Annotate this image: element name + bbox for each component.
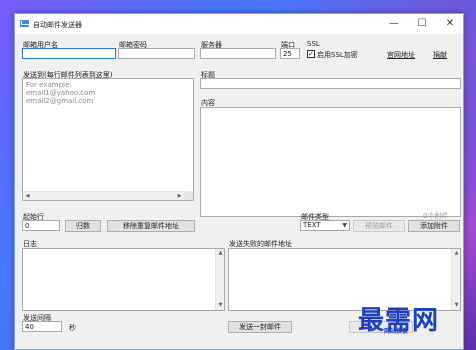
interval-unit: 秒 bbox=[69, 324, 76, 332]
title-bar: 自动邮件发送器 — ☐ ✕ bbox=[15, 14, 463, 34]
scroll-up-icon[interactable]: ▲ bbox=[452, 249, 461, 258]
watermark-subtitle: 网站模板 bbox=[384, 328, 409, 335]
placeholder-line: email2@gmail.com bbox=[26, 97, 94, 105]
preview-button[interactable]: 预览邮件 bbox=[353, 220, 405, 232]
placeholder-line: For example: bbox=[26, 81, 72, 89]
remove-duplicates-button[interactable]: 移除重复邮件地址 bbox=[107, 220, 195, 232]
mail-type-selected: TEXT bbox=[303, 221, 321, 229]
recipients-placeholder: For example: email1@yahoo.com email2@gma… bbox=[26, 81, 95, 105]
password-input[interactable] bbox=[118, 48, 195, 59]
close-button[interactable]: ✕ bbox=[439, 16, 461, 32]
scroll-down-icon[interactable]: ▼ bbox=[216, 301, 225, 310]
recipients-horizontal-scrollbar[interactable]: ◀ ▶ bbox=[23, 191, 184, 200]
scroll-corner bbox=[184, 191, 193, 200]
scroll-up-icon[interactable]: ▲ bbox=[216, 249, 225, 258]
mail-type-select[interactable]: TEXT ▼ bbox=[300, 220, 350, 231]
log-vertical-scrollbar[interactable]: ▲ ▼ bbox=[215, 249, 224, 310]
content-textarea[interactable] bbox=[200, 107, 461, 217]
reset-button[interactable]: 归数 bbox=[65, 220, 101, 232]
failed-vertical-scrollbar[interactable]: ▲ ▼ bbox=[451, 249, 460, 310]
scroll-left-icon[interactable]: ◀ bbox=[23, 192, 32, 201]
window-title: 自动邮件发送器 bbox=[33, 21, 82, 29]
send-one-button[interactable]: 发送一封邮件 bbox=[228, 321, 292, 333]
log-textarea[interactable]: ▲ ▼ bbox=[22, 248, 225, 311]
website-link[interactable]: 官网地址 bbox=[387, 50, 415, 60]
chevron-down-icon: ▼ bbox=[342, 222, 347, 229]
port-input[interactable] bbox=[280, 48, 300, 59]
add-attachment-button[interactable]: 添加附件 bbox=[408, 220, 460, 232]
mail-app-icon bbox=[20, 20, 29, 27]
ssl-label: SSL bbox=[307, 40, 320, 48]
scroll-down-icon[interactable]: ▼ bbox=[452, 301, 461, 310]
maximize-button[interactable]: ☐ bbox=[411, 16, 433, 32]
donate-link[interactable]: 捐献 bbox=[433, 50, 447, 60]
server-input[interactable] bbox=[200, 48, 276, 59]
minimize-button[interactable]: — bbox=[383, 16, 405, 32]
start-line-input[interactable] bbox=[22, 220, 60, 231]
placeholder-line: email1@yahoo.com bbox=[26, 89, 96, 97]
ssl-checkbox[interactable]: ✓ bbox=[307, 50, 315, 58]
subject-input[interactable] bbox=[200, 78, 461, 89]
username-input[interactable] bbox=[22, 48, 116, 59]
recipients-textarea[interactable]: For example: email1@yahoo.com email2@gma… bbox=[22, 78, 194, 201]
ssl-checkbox-label: 启用SSL加密 bbox=[317, 51, 358, 59]
interval-input[interactable] bbox=[22, 321, 62, 332]
scroll-right-icon[interactable]: ▶ bbox=[175, 192, 184, 201]
